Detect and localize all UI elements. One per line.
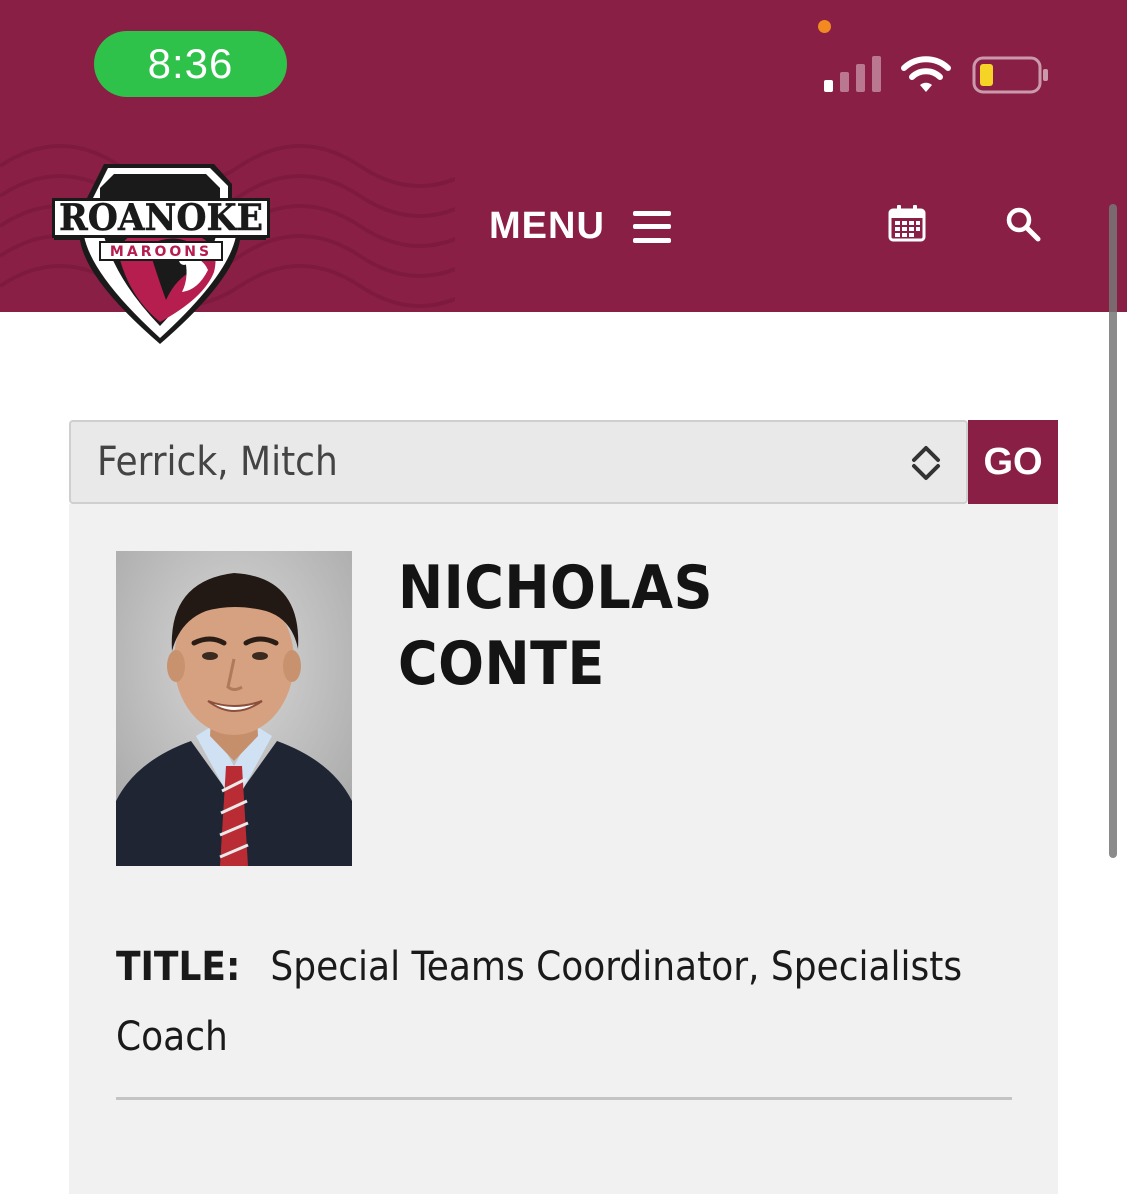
search-icon[interactable] — [1005, 206, 1041, 242]
battery-low-icon — [972, 56, 1048, 94]
menu-label: MENU — [489, 205, 605, 247]
wifi-icon — [901, 56, 951, 92]
calendar-icon[interactable] — [888, 204, 926, 242]
roster-member-select[interactable]: Ferrick, Mitch — [69, 420, 968, 504]
title-label: TITLE: — [116, 944, 241, 990]
go-button[interactable]: GO — [968, 420, 1058, 504]
profile-card: NICHOLAS CONTE TITLE: Special Teams Coord… — [69, 504, 1058, 1194]
status-time: 8:36 — [94, 31, 287, 97]
page-scrollbar[interactable] — [1109, 204, 1117, 858]
privacy-indicator-dot — [818, 20, 831, 33]
cellular-signal-icon — [824, 56, 881, 92]
roanoke-maroons-logo[interactable]: ROANOKE MAROONS — [44, 160, 278, 346]
section-divider — [116, 1097, 1012, 1100]
menu-button[interactable]: MENU — [489, 205, 671, 248]
coach-name-heading: NICHOLAS CONTE — [398, 550, 713, 702]
select-up-down-chevron-icon — [912, 446, 940, 480]
coach-first-name: NICHOLAS — [398, 553, 713, 623]
title-value: Special Teams Coordinator, Specialists C… — [116, 944, 963, 1060]
coach-title-row: TITLE: Special Teams Coordinator, Special… — [116, 932, 1016, 1072]
roster-select-value: Ferrick, Mitch — [97, 439, 338, 485]
coach-headshot-photo — [116, 551, 352, 866]
status-bar: 8:36 — [0, 0, 1127, 136]
coach-last-name: CONTE — [398, 629, 605, 699]
logo-roanoke-text: ROANOKE — [59, 197, 263, 239]
logo-maroons-text: MAROONS — [110, 244, 212, 260]
hamburger-menu-icon — [632, 210, 671, 243]
